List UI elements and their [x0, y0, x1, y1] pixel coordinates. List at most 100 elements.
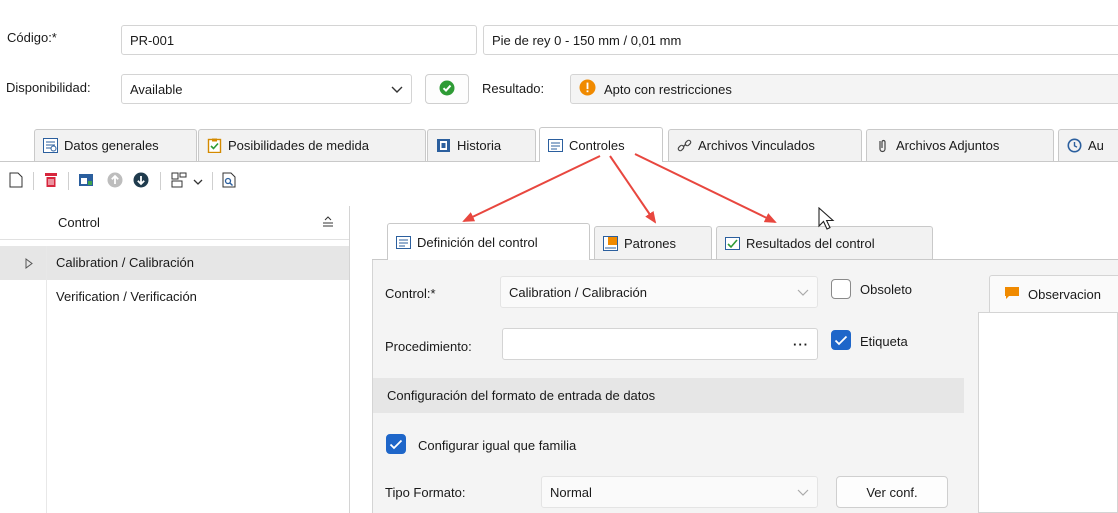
patterns-icon: [603, 235, 618, 251]
list-header[interactable]: Control: [0, 206, 349, 240]
tab-label: Datos generales: [64, 138, 159, 153]
codigo-label: Código:*: [7, 30, 57, 45]
obsoleto-checkbox[interactable]: [831, 279, 851, 299]
resultado-value: Apto con restricciones: [604, 81, 732, 97]
tab-definicion-del-control[interactable]: Definición del control: [387, 223, 590, 260]
tab-label: Controles: [569, 137, 625, 153]
general-data-icon: [43, 138, 58, 153]
definition-icon: [396, 235, 411, 250]
list-item: Verification / Verificación: [56, 289, 197, 304]
window-icon: [78, 173, 94, 190]
down-circle-icon: [133, 172, 149, 191]
link-icon: [677, 138, 692, 153]
audit-clock-icon: [1067, 138, 1082, 153]
toolbar-separator: [68, 172, 69, 190]
chevron-down-icon: [391, 82, 403, 97]
new-document-icon: [9, 172, 23, 191]
tab-label: Archivos Adjuntos: [896, 138, 1000, 153]
browse-ellipsis-button[interactable]: ···: [793, 337, 809, 352]
layout-icon: [171, 172, 187, 191]
layout-button[interactable]: [168, 170, 190, 192]
tab-label: Definición del control: [417, 234, 538, 250]
move-up-button[interactable]: [104, 170, 126, 192]
disponibilidad-select[interactable]: Available: [121, 74, 412, 104]
ver-conf-button[interactable]: Ver conf.: [836, 476, 948, 508]
sort-icon[interactable]: [322, 215, 334, 230]
delete-icon: [44, 172, 58, 191]
procedimiento-input[interactable]: ···: [502, 328, 818, 360]
configurar-label: Configurar igual que familia: [418, 438, 577, 453]
results-icon: [725, 236, 740, 251]
configurar-checkbox[interactable]: [386, 434, 406, 454]
control-label: Control:*: [385, 286, 436, 301]
list-item: Calibration / Calibración: [56, 255, 195, 270]
control-select[interactable]: Calibration / Calibración: [500, 276, 818, 308]
toolbar-separator: [160, 172, 161, 190]
tab-label: Posibilidades de medida: [228, 138, 369, 153]
tipo-formato-label: Tipo Formato:: [385, 485, 466, 500]
tab-patrones[interactable]: Patrones: [594, 226, 712, 259]
tab-datos-generales[interactable]: Datos generales: [34, 129, 197, 161]
arrow-to-resultados: [634, 153, 777, 223]
preview-icon: [222, 172, 236, 191]
mouse-cursor-icon: [818, 206, 836, 234]
observaciones-tab[interactable]: Observacion: [989, 275, 1118, 312]
window-button[interactable]: [75, 170, 97, 192]
up-circle-icon: [107, 172, 123, 191]
tipo-formato-value: Normal: [550, 484, 592, 500]
column-header-control: Control: [58, 215, 100, 230]
arrow-to-patrones: [609, 155, 657, 224]
tab-label: Au: [1088, 138, 1104, 153]
paperclip-icon: [875, 138, 890, 153]
toolbar-separator: [33, 172, 34, 190]
tab-archivos-adjuntos[interactable]: Archivos Adjuntos: [866, 129, 1054, 161]
clipboard-check-icon: [207, 138, 222, 154]
description-input[interactable]: Pie de rey 0 - 150 mm / 0,01 mm: [483, 25, 1118, 55]
comment-icon: [1004, 286, 1020, 303]
tab-controles[interactable]: Controles: [539, 127, 663, 162]
expand-icon[interactable]: [25, 257, 33, 272]
tab-posibilidades-de-medida[interactable]: Posibilidades de medida: [198, 129, 426, 161]
warning-icon: [579, 79, 596, 99]
controls-icon: [548, 138, 563, 153]
section-title: Configuración del formato de entrada de …: [387, 388, 656, 403]
tab-archivos-vinculados[interactable]: Archivos Vinculados: [668, 129, 862, 161]
tab-label: Historia: [457, 138, 502, 153]
move-down-button[interactable]: [130, 170, 152, 192]
status-ok-button[interactable]: [425, 74, 469, 104]
new-button[interactable]: [5, 170, 27, 192]
chevron-down-icon: [797, 285, 809, 300]
tab-auditoria[interactable]: Au: [1058, 129, 1118, 161]
codigo-value: PR-001: [130, 32, 175, 48]
tipo-formato-select[interactable]: Normal: [541, 476, 818, 508]
table-row[interactable]: Verification / Verificación: [0, 280, 349, 314]
section-header: Configuración del formato de entrada de …: [373, 378, 964, 413]
layout-dropdown-button[interactable]: [190, 170, 206, 192]
preview-button[interactable]: [218, 170, 240, 192]
ver-conf-label: Ver conf.: [866, 484, 918, 500]
tab-label: Archivos Vinculados: [698, 138, 815, 153]
chevron-down-icon: [797, 485, 809, 500]
procedimiento-label: Procedimiento:: [385, 339, 472, 354]
chevron-down-icon: [193, 174, 203, 189]
table-row-selected[interactable]: Calibration / Calibración: [0, 246, 349, 280]
description-value: Pie de rey 0 - 150 mm / 0,01 mm: [492, 32, 682, 48]
etiqueta-checkbox[interactable]: [831, 330, 851, 350]
delete-button[interactable]: [40, 170, 62, 192]
tab-label: Patrones: [624, 235, 677, 251]
resultado-field: Apto con restricciones: [570, 74, 1118, 104]
disponibilidad-label: Disponibilidad:: [6, 80, 91, 95]
obsoleto-label: Obsoleto: [860, 282, 913, 297]
history-book-icon: [436, 138, 451, 153]
check-circle-icon: [439, 80, 455, 99]
disponibilidad-value: Available: [130, 81, 183, 97]
control-list: Control Calibration / Calibración Verifi…: [0, 206, 350, 513]
observaciones-text-area[interactable]: [978, 312, 1118, 513]
codigo-input[interactable]: PR-001: [121, 25, 477, 55]
toolbar-separator: [212, 172, 213, 190]
arrow-to-definicion: [462, 155, 601, 222]
tab-label: Resultados del control: [746, 235, 875, 251]
tab-historia[interactable]: Historia: [427, 129, 536, 161]
etiqueta-label: Etiqueta: [860, 334, 908, 349]
tree-gutter-line: [46, 246, 47, 513]
